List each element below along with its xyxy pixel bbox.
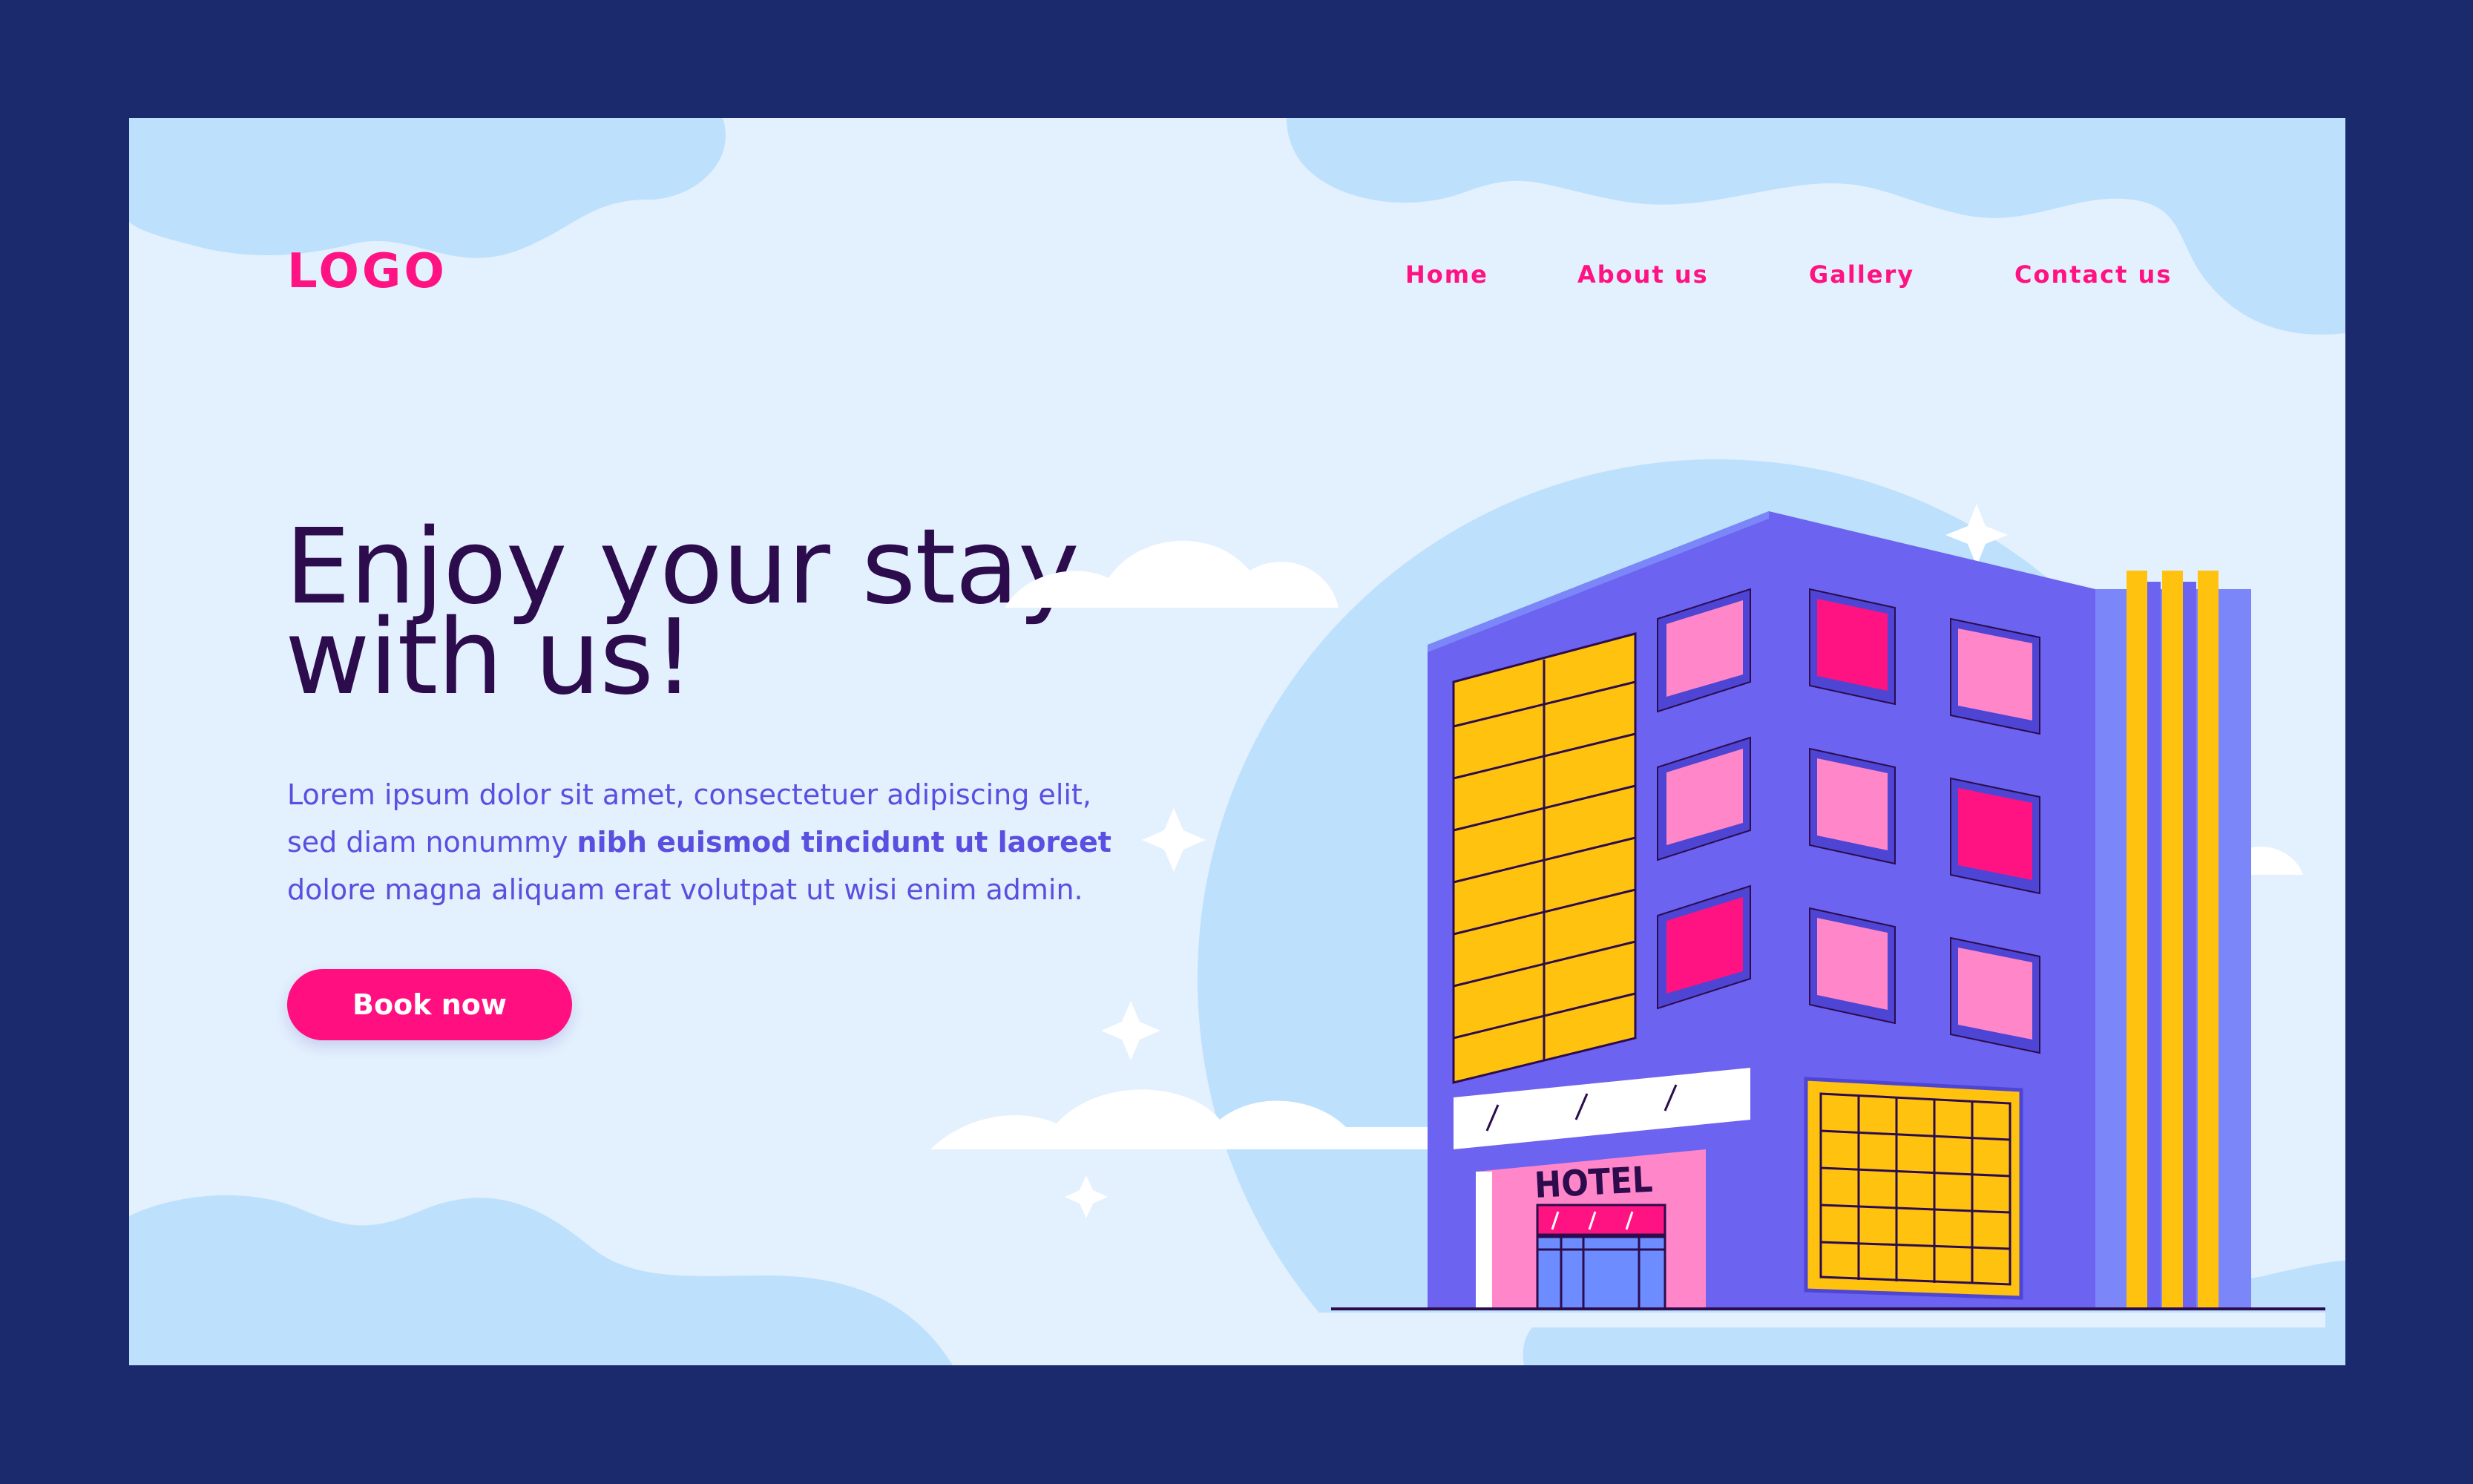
cloud-top — [1005, 540, 1339, 608]
hotel-illustration: HOTEL — [930, 459, 2325, 1327]
yellow-fin-1 — [2126, 571, 2147, 1309]
outer-frame: LOGO Home About us Gallery Contact us En… — [0, 0, 2473, 1484]
nav-item-gallery[interactable]: Gallery — [1809, 260, 1914, 289]
left-column-windows — [1657, 588, 1751, 1010]
blob-bottom-left — [129, 1195, 953, 1365]
entrance-door — [1536, 1235, 1666, 1310]
yellow-panel-right — [1804, 1077, 2023, 1300]
blob-top-left — [129, 118, 726, 258]
hero-title-line-2: with us! — [285, 597, 694, 718]
nav-item-home[interactable]: Home — [1405, 260, 1488, 289]
yellow-fin-3 — [2198, 571, 2219, 1309]
top-nav: Home About us Gallery Contact us — [129, 260, 2345, 298]
sparkle-icon — [1101, 1001, 1160, 1060]
landing-page: LOGO Home About us Gallery Contact us En… — [129, 118, 2345, 1365]
sparkle-icon — [1065, 1175, 1108, 1218]
hotel-sign-text: HOTEL — [1534, 1159, 1654, 1206]
blob-top-right — [1287, 118, 2345, 335]
nav-item-about-us[interactable]: About us — [1577, 260, 1709, 289]
nav-item-contact-us[interactable]: Contact us — [2014, 260, 2172, 289]
sparkle-icon — [1142, 808, 1206, 872]
yellow-fin-2 — [2162, 571, 2183, 1309]
book-now-button[interactable]: Book now — [287, 969, 572, 1040]
